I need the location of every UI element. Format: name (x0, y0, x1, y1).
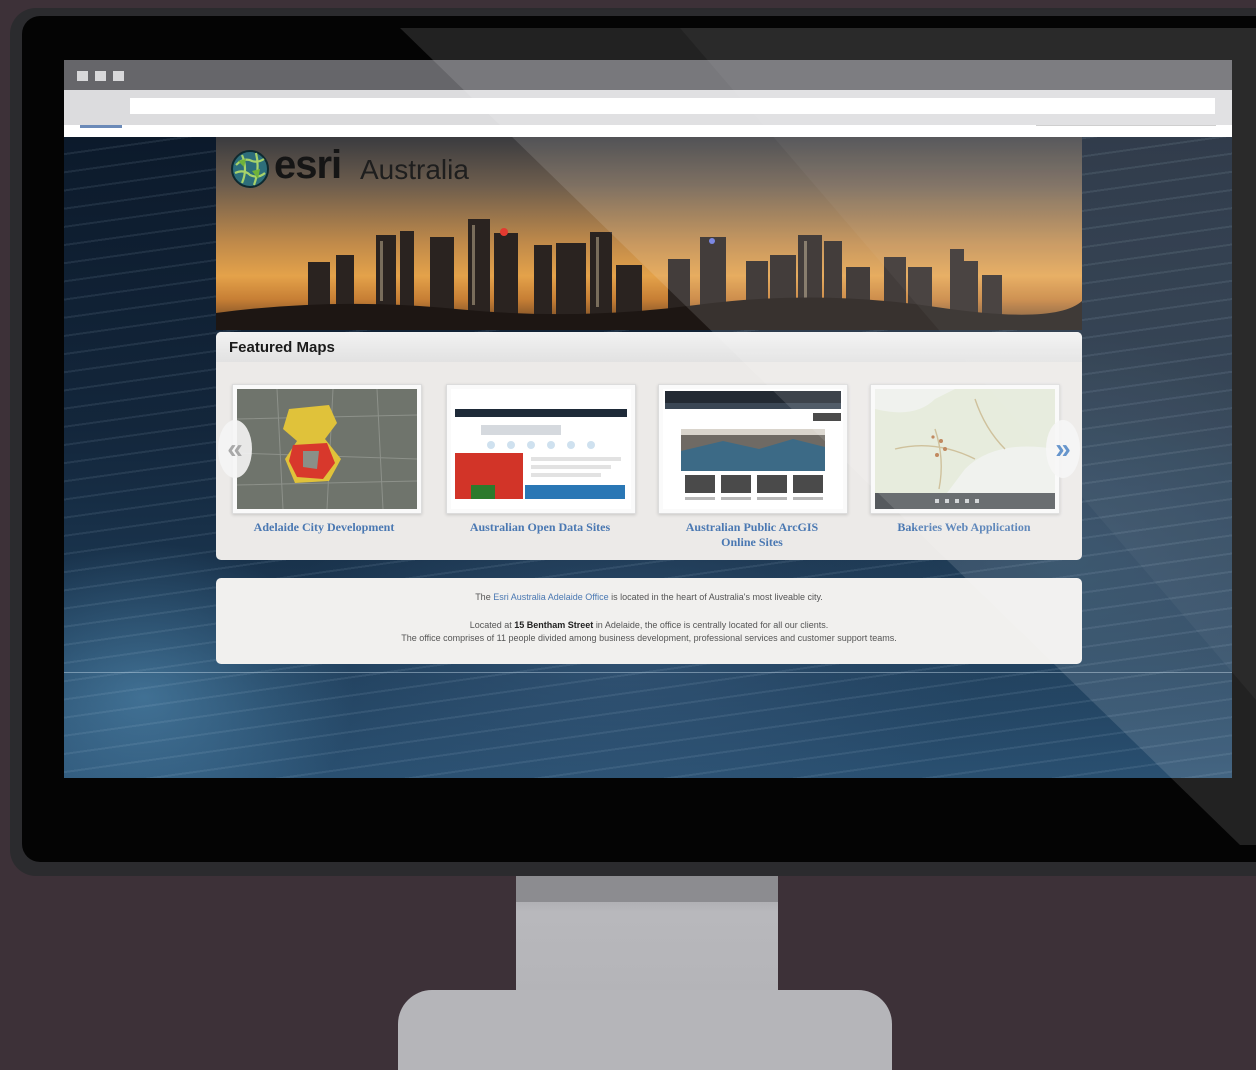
carousel-prev-button[interactable]: « (218, 420, 252, 478)
office-link[interactable]: Esri Australia Adelaide Office (493, 592, 608, 602)
carousel-next-button[interactable]: » (1046, 420, 1080, 478)
info-text: in Adelaide, the office is centrally loc… (595, 620, 829, 630)
window-control-dot[interactable] (95, 71, 106, 81)
featured-maps-panel: Featured Maps Adelaide City Development … (216, 332, 1082, 560)
logo-region-text: Australia (360, 154, 469, 185)
header-banner: esri Australia (216, 137, 1082, 330)
browser-tab-strip (64, 125, 1232, 137)
city-skyline-image (216, 219, 1082, 330)
map-card-australian-public-arcgis-online-sites[interactable] (658, 384, 848, 514)
globe-icon (231, 150, 269, 188)
window-control-dot[interactable] (113, 71, 124, 81)
office-info-panel: The Esri Australia Adelaide Office is lo… (216, 578, 1082, 664)
featured-maps-title: Featured Maps (229, 339, 335, 356)
office-info-line: The Esri Australia Adelaide Office is lo… (216, 592, 1082, 602)
browser-toolbar (64, 90, 1232, 125)
info-text: is located in the heart of Australia's m… (611, 592, 823, 602)
page-background-line (64, 672, 1232, 673)
map-thumbnail-image (237, 389, 417, 509)
window-control-dot[interactable] (77, 71, 88, 81)
monitor-stand-base (398, 990, 892, 1070)
browser-window: esri Australia Featured Maps Adelaide Ci… (64, 60, 1232, 778)
map-card-bakeries-web-application[interactable] (870, 384, 1060, 514)
map-card-label-line: Online Sites (721, 535, 783, 549)
map-card-adelaide-city-development[interactable] (232, 384, 422, 514)
map-card-label[interactable]: Australian Open Data Sites (435, 520, 645, 535)
active-tab-indicator[interactable] (80, 125, 122, 128)
browser-titlebar (64, 60, 1232, 90)
address-bar-input[interactable] (130, 98, 1215, 114)
map-card-australian-open-data-sites[interactable] (446, 384, 636, 514)
featured-maps-header: Featured Maps (216, 332, 1082, 362)
map-thumbnail-image (451, 389, 631, 509)
tab-strip-divider (1036, 125, 1216, 126)
map-card-label-line: Australian Public ArcGIS (685, 520, 819, 534)
monitor-stand-shadow (516, 876, 778, 902)
office-info-line: The office comprises of 11 people divide… (401, 633, 897, 643)
map-thumbnail-image (663, 389, 843, 509)
map-card-label[interactable]: Adelaide City Development (219, 520, 429, 535)
map-card-label[interactable]: Australian Public ArcGIS Online Sites (647, 520, 857, 550)
office-address: 15 Bentham Street (514, 620, 594, 630)
logo-wordmark: esri (274, 143, 342, 187)
map-card-label[interactable]: Bakeries Web Application (859, 520, 1069, 535)
info-text: The (475, 592, 491, 602)
info-text: Located at (469, 620, 512, 630)
map-thumbnail-image (875, 389, 1055, 509)
office-info-line: Located at 15 Bentham Street in Adelaide… (216, 620, 1082, 630)
